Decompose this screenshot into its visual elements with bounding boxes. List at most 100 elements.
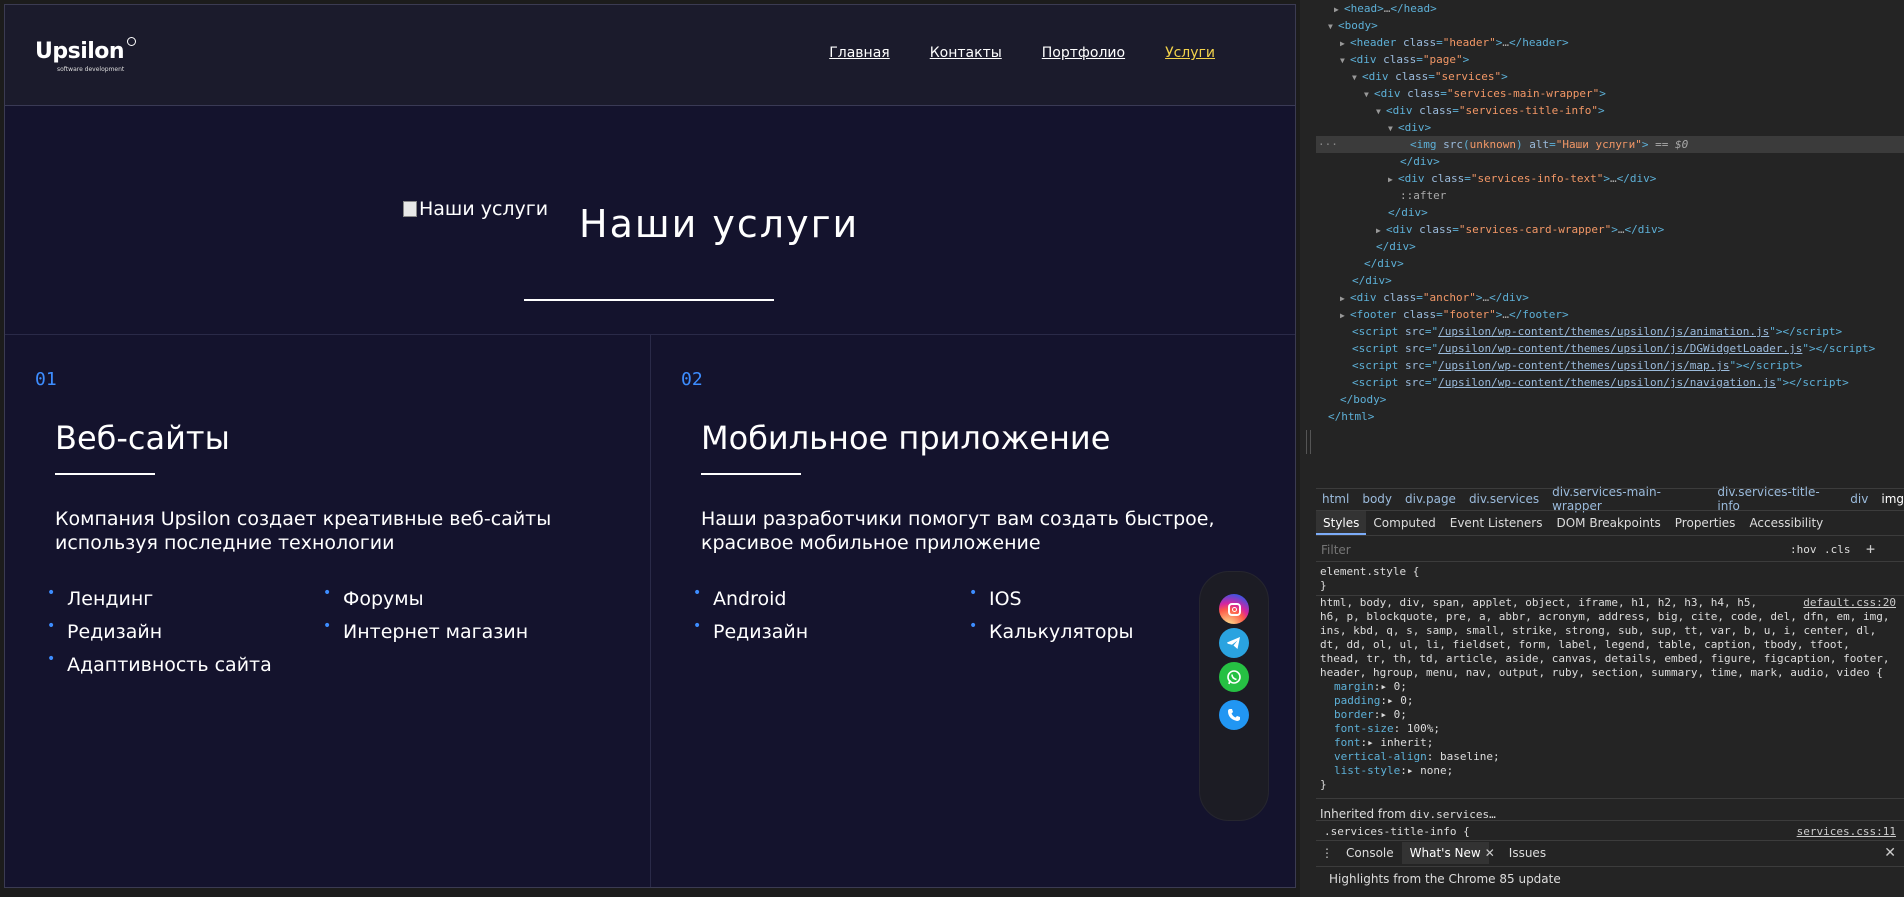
dom-node[interactable]: ▼ <div class="services-title-info"> — [1316, 102, 1904, 119]
close-drawer-icon[interactable]: ✕ — [1884, 845, 1896, 861]
dom-node[interactable]: ▶ <div class="services-info-text">…</div> — [1316, 170, 1904, 187]
panel-resizer[interactable] — [1300, 0, 1316, 897]
tab-dom-breakpoints[interactable]: DOM Breakpoints — [1549, 511, 1667, 535]
css-declaration[interactable]: padding:▸ 0; — [1334, 694, 1413, 708]
css-property: font — [1334, 736, 1361, 749]
css-value: ▸ none; — [1406, 764, 1454, 777]
rule-selector[interactable]: thead, tr, th, td, article, aside, canva… — [1320, 652, 1890, 666]
dom-node[interactable]: <script src="/upsilon/wp-content/themes/… — [1316, 357, 1904, 374]
dom-node[interactable]: ▶ <div class="anchor">…</div> — [1316, 289, 1904, 306]
rule-selector[interactable]: dt, dd, ol, ul, li, fieldset, form, labe… — [1320, 638, 1850, 652]
tab-console[interactable]: Console — [1338, 842, 1402, 864]
dom-node[interactable]: </html> — [1316, 408, 1904, 425]
css-property: list-style — [1334, 764, 1401, 777]
inherited-from-link[interactable]: div.services… — [1410, 808, 1496, 821]
list-item: Редизайн — [693, 610, 808, 649]
telegram-icon[interactable] — [1219, 628, 1249, 658]
dom-node[interactable]: <script src="/upsilon/wp-content/themes/… — [1316, 374, 1904, 391]
breadcrumb-item[interactable]: div.services-main-wrapper — [1552, 485, 1704, 513]
list-item: Адаптивность сайта — [47, 643, 272, 682]
css-declaration[interactable]: font:▸ inherit; — [1334, 736, 1433, 750]
dom-node[interactable]: ▼ <div class="page"> — [1316, 51, 1904, 68]
element-style-rule[interactable]: element.style { — [1320, 565, 1419, 579]
css-declaration[interactable]: border:▸ 0; — [1334, 708, 1407, 722]
filter-input[interactable] — [1319, 541, 1783, 559]
instagram-icon[interactable] — [1219, 594, 1249, 624]
rule-selector[interactable]: .services-title-info { — [1324, 825, 1470, 839]
more-icon[interactable]: ··· — [1318, 136, 1338, 153]
styles-pane: element.style { } default.css:20 html, b… — [1316, 562, 1904, 840]
css-declaration[interactable]: list-style:▸ none; — [1334, 764, 1453, 778]
css-declaration[interactable]: vertical-align: baseline; — [1334, 750, 1500, 764]
rule-selector[interactable]: html, body, div, span, applet, object, i… — [1320, 596, 1757, 610]
nav-portfolio[interactable]: Портфолио — [1042, 45, 1125, 61]
phone-icon[interactable] — [1219, 700, 1249, 730]
add-rule-icon[interactable]: + — [1866, 540, 1875, 558]
dom-node[interactable]: ▼ <div> — [1316, 119, 1904, 136]
drawer-menu-icon[interactable]: ⋮ — [1316, 846, 1338, 860]
sidebar-tabs: Styles Computed Event Listeners DOM Brea… — [1316, 510, 1904, 536]
css-declaration[interactable]: margin:▸ 0; — [1334, 680, 1407, 694]
whatsapp-icon[interactable] — [1219, 662, 1249, 692]
dom-node[interactable]: <script src="/upsilon/wp-content/themes/… — [1316, 340, 1904, 357]
nav-contacts[interactable]: Контакты — [930, 45, 1002, 61]
css-value: 100%; — [1400, 722, 1440, 735]
css-property: padding — [1334, 694, 1381, 707]
breadcrumb-item[interactable]: div — [1850, 492, 1868, 506]
dom-node[interactable]: ▶ <head>…</head> — [1316, 0, 1904, 17]
logo-mark-icon — [127, 37, 136, 46]
tab-accessibility[interactable]: Accessibility — [1742, 511, 1830, 535]
breadcrumb-item[interactable]: div.services-title-info — [1717, 485, 1837, 513]
rule-selector[interactable]: ins, kbd, q, s, samp, small, strike, str… — [1320, 624, 1876, 638]
dom-node[interactable]: ▶ <div class="services-card-wrapper">…</d… — [1316, 221, 1904, 238]
rule-selector[interactable]: header, hgroup, menu, nav, output, ruby,… — [1320, 666, 1883, 680]
nav-home[interactable]: Главная — [829, 45, 889, 61]
close-tab-icon[interactable]: ✕ — [1485, 846, 1495, 860]
css-declaration[interactable]: font-size: 100%; — [1334, 722, 1440, 736]
service-list: Лендинг Редизайн Адаптивность сайта — [47, 577, 272, 682]
hov-toggle[interactable]: :hov — [1790, 543, 1817, 556]
dom-node[interactable]: </div> — [1316, 255, 1904, 272]
rule-close: } — [1320, 778, 1327, 791]
breadcrumb-item[interactable]: div.page — [1405, 492, 1456, 506]
dom-node[interactable]: </div> — [1316, 204, 1904, 221]
rule-source-link[interactable]: services.css:11 — [1797, 825, 1896, 838]
tab-properties[interactable]: Properties — [1668, 511, 1743, 535]
logo[interactable]: Upsilon software development — [35, 37, 136, 73]
service-number: 01 — [35, 369, 57, 390]
dom-node[interactable]: </div> — [1316, 153, 1904, 170]
drawer-tabs: ⋮ Console What's New ✕ Issues ✕ — [1316, 840, 1904, 864]
dom-node[interactable]: </body> — [1316, 391, 1904, 408]
page-title: Наши услуги — [579, 202, 860, 246]
breadcrumb-item[interactable]: div.services — [1469, 492, 1539, 506]
dom-node[interactable]: <script src="/upsilon/wp-content/themes/… — [1316, 323, 1904, 340]
tab-computed[interactable]: Computed — [1366, 511, 1442, 535]
breadcrumb-item-current[interactable]: img — [1881, 492, 1904, 506]
dom-node[interactable]: ▼ <div class="services-main-wrapper"> — [1316, 85, 1904, 102]
tab-styles[interactable]: Styles — [1316, 511, 1367, 535]
breadcrumb-item[interactable]: html — [1322, 492, 1349, 506]
dom-node-selected[interactable]: ··· <img src(unknown) alt="Наши услуги"> … — [1316, 136, 1904, 153]
css-value: ▸ 0; — [1380, 680, 1407, 693]
styles-filter-bar: :hov .cls + — [1316, 538, 1904, 562]
cls-toggle[interactable]: .cls — [1824, 543, 1851, 556]
dom-node[interactable]: </div> — [1316, 238, 1904, 255]
rule-source-link[interactable]: default.css:20 — [1803, 596, 1896, 609]
service-title: Мобильное приложение — [701, 419, 1111, 457]
service-description: Компания Upsilon создает креативные веб-… — [55, 508, 552, 554]
tab-issues[interactable]: Issues — [1501, 842, 1554, 864]
service-list: Форумы Интернет магазин — [323, 577, 528, 649]
tab-whats-new[interactable]: What's New — [1401, 841, 1489, 864]
breadcrumb-item[interactable]: body — [1362, 492, 1392, 506]
dom-node[interactable]: </div> — [1316, 272, 1904, 289]
dom-node[interactable]: ▶ <header class="header">…</header> — [1316, 34, 1904, 51]
nav-services[interactable]: Услуги — [1165, 45, 1215, 61]
dom-node[interactable]: ▶ <footer class="footer">…</footer> — [1316, 306, 1904, 323]
dom-node[interactable]: ▼ <body> — [1316, 17, 1904, 34]
rule-selector[interactable]: h6, p, blockquote, pre, a, abbr, acronym… — [1320, 610, 1890, 624]
service-title-underline — [55, 473, 155, 475]
broken-image: Наши услуги — [403, 198, 548, 220]
tab-event-listeners[interactable]: Event Listeners — [1443, 511, 1550, 535]
dom-node[interactable]: ::after — [1316, 187, 1904, 204]
dom-node[interactable]: ▼ <div class="services"> — [1316, 68, 1904, 85]
